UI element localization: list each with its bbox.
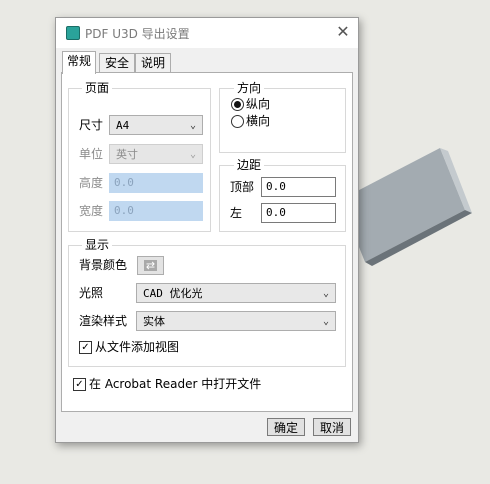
chevron-down-icon: ⌄ <box>189 120 196 131</box>
margin-top-input[interactable]: 0.0 <box>261 177 336 197</box>
app-icon <box>66 26 80 40</box>
portrait-label: 纵向 <box>246 97 271 111</box>
size-label: 尺寸 <box>79 118 104 132</box>
close-icon[interactable]: ✕ <box>334 23 352 41</box>
add-views-label: 从文件添加视图 <box>95 340 180 354</box>
tab-general[interactable]: 常规 <box>62 51 96 74</box>
tab-panel-general: 页面 尺寸 A4 ⌄ 单位 英寸 ⌄ 高度 0.0 宽度 0.0 方向 纵向 横… <box>61 72 353 412</box>
landscape-label: 横向 <box>246 114 271 128</box>
background-color-label: 背景颜色 <box>79 258 128 272</box>
background-color-button[interactable]: ⇄ <box>137 256 164 275</box>
margin-top-label: 顶部 <box>230 180 255 194</box>
width-input[interactable]: 0.0 <box>109 201 203 221</box>
portrait-radio[interactable] <box>231 98 244 111</box>
size-select[interactable]: A4 ⌄ <box>109 115 203 135</box>
tab-notes[interactable]: 说明 <box>135 53 171 73</box>
unit-value: 英寸 <box>116 148 138 161</box>
margin-group-title: 边距 <box>234 158 265 172</box>
title-bar: PDF U3D 导出设置 ✕ <box>56 18 358 48</box>
render-style-label: 渲染样式 <box>79 314 128 328</box>
add-views-checkbox[interactable]: ✓ <box>79 341 92 354</box>
landscape-radio[interactable] <box>231 115 244 128</box>
unit-select[interactable]: 英寸 ⌄ <box>109 144 203 164</box>
width-label: 宽度 <box>79 204 104 218</box>
height-input[interactable]: 0.0 <box>109 173 203 193</box>
chevron-down-icon: ⌄ <box>322 316 329 327</box>
margin-left-input[interactable]: 0.0 <box>261 203 336 223</box>
lighting-value: CAD 优化光 <box>143 287 203 300</box>
chevron-down-icon: ⌄ <box>189 149 196 160</box>
lighting-select[interactable]: CAD 优化光 ⌄ <box>136 283 336 303</box>
margin-left-label: 左 <box>230 206 243 220</box>
tab-security[interactable]: 安全 <box>99 53 135 73</box>
render-style-select[interactable]: 实体 ⌄ <box>136 311 336 331</box>
lighting-label: 光照 <box>79 286 104 300</box>
chevron-down-icon: ⌄ <box>322 288 329 299</box>
pdf-u3d-export-dialog: PDF U3D 导出设置 ✕ 常规 安全 说明 页面 尺寸 A4 ⌄ 单位 英寸… <box>55 17 359 443</box>
color-swatch-icon: ⇄ <box>144 259 157 272</box>
ok-button[interactable]: 确定 <box>267 418 305 436</box>
orientation-group-title: 方向 <box>234 81 265 95</box>
size-value: A4 <box>116 119 130 132</box>
dialog-title: PDF U3D 导出设置 <box>85 27 190 41</box>
cancel-button[interactable]: 取消 <box>313 418 351 436</box>
unit-label: 单位 <box>79 147 104 161</box>
display-group-title: 显示 <box>82 238 113 252</box>
open-in-reader-checkbox[interactable]: ✓ <box>73 378 86 391</box>
height-label: 高度 <box>79 176 104 190</box>
render-style-value: 实体 <box>143 315 165 328</box>
open-in-reader-label: 在 Acrobat Reader 中打开文件 <box>89 377 262 391</box>
page-group-title: 页面 <box>82 81 113 95</box>
